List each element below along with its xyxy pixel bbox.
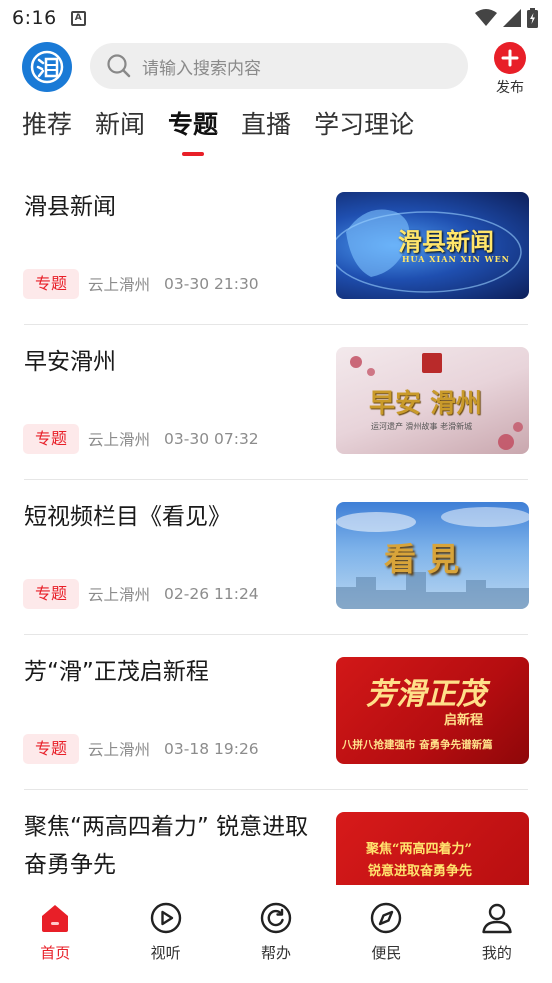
tab-study-theory[interactable]: 学习理论 bbox=[314, 104, 414, 148]
item-title: 聚焦“两高四着力” 锐意进取奋勇争先 bbox=[24, 814, 309, 878]
wifi-icon bbox=[475, 9, 497, 26]
tab-news[interactable]: 新闻 bbox=[95, 104, 145, 148]
item-time: 03-30 21:30 bbox=[164, 275, 259, 293]
thumbnail-title: 滑县新闻 bbox=[398, 227, 494, 256]
nav-label: 首页 bbox=[40, 944, 71, 962]
tab-label: 推荐 bbox=[22, 110, 73, 139]
thumbnail-subtitle: 启新程 bbox=[444, 713, 484, 728]
item-source: 云上滑州 bbox=[88, 276, 151, 294]
status-bar: 6:16 A bbox=[0, 0, 552, 36]
thumbnail-subtitle: HUA XIAN XIN WEN bbox=[402, 254, 510, 264]
thumbnail-title: 早安 滑州 bbox=[369, 389, 483, 419]
item-source: 云上滑州 bbox=[88, 431, 151, 449]
category-tag: 专题 bbox=[23, 734, 80, 764]
status-time: 6:16 bbox=[12, 7, 57, 29]
search-icon bbox=[107, 54, 131, 78]
app-logo[interactable] bbox=[22, 42, 72, 92]
user-icon bbox=[482, 903, 512, 934]
search-placeholder: 请输入搜索内容 bbox=[142, 58, 261, 79]
play-icon bbox=[150, 902, 181, 934]
nav-label: 我的 bbox=[481, 944, 512, 962]
thumbnail-title: 聚焦“两高四着力” bbox=[366, 842, 472, 857]
news-feed: 滑县新闻 专题 云上滑州 03-30 21:30 滑县新闻 HUA XIAN X… bbox=[0, 170, 552, 885]
thumbnail-title: 看 見 bbox=[384, 540, 460, 578]
nav-label: 视听 bbox=[150, 944, 181, 962]
item-meta: 专题 云上滑州 03-18 19:26 bbox=[23, 734, 259, 764]
status-icons bbox=[475, 8, 538, 28]
nav-home[interactable]: 首页 bbox=[0, 887, 110, 983]
tab-live[interactable]: 直播 bbox=[241, 104, 291, 148]
tab-special[interactable]: 专题 bbox=[168, 104, 219, 156]
nav-profile[interactable]: 我的 bbox=[442, 887, 552, 983]
notification-icon: A bbox=[70, 10, 86, 26]
tab-recommend[interactable]: 推荐 bbox=[22, 104, 72, 148]
item-title: 短视频栏目《看见》 bbox=[24, 504, 231, 530]
item-source: 云上滑州 bbox=[88, 586, 151, 604]
item-thumbnail: 聚焦“两高四着力” 锐意进取奋勇争先 bbox=[336, 812, 529, 885]
item-title: 早安滑州 bbox=[24, 349, 116, 375]
home-icon bbox=[42, 905, 69, 932]
logo-mark-icon bbox=[30, 50, 64, 84]
thumbnail-title: 芳滑正茂 bbox=[366, 677, 486, 712]
item-time: 02-26 11:24 bbox=[164, 585, 259, 603]
nav-convenience[interactable]: 便民 bbox=[331, 887, 441, 983]
category-tag: 专题 bbox=[23, 269, 80, 299]
item-thumbnail: 看 見 bbox=[336, 502, 529, 609]
signal-icon bbox=[503, 9, 521, 27]
item-thumbnail: 滑县新闻 HUA XIAN XIN WEN bbox=[336, 192, 529, 299]
category-tabs: 推荐 新闻 专题 直播 学习理论 bbox=[22, 104, 437, 160]
thumbnail-subtitle: 运河遗产 滑州故事 老滑新城 bbox=[371, 422, 473, 431]
nav-label: 便民 bbox=[371, 944, 402, 962]
category-tag: 专题 bbox=[23, 424, 80, 454]
item-source: 云上滑州 bbox=[88, 741, 151, 759]
nav-media[interactable]: 视听 bbox=[110, 887, 220, 983]
tab-label: 直播 bbox=[241, 110, 292, 139]
item-time: 03-18 19:26 bbox=[164, 740, 259, 758]
item-meta: 专题 云上滑州 03-30 21:30 bbox=[23, 269, 259, 299]
bottom-nav: 首页 视听 帮办 便民 我的 bbox=[0, 887, 552, 983]
plus-icon bbox=[494, 42, 526, 74]
publish-button[interactable]: 发布 bbox=[490, 42, 530, 97]
battery-icon bbox=[527, 8, 538, 28]
item-meta: 专题 云上滑州 02-26 11:24 bbox=[23, 579, 259, 609]
list-item[interactable]: 滑县新闻 专题 云上滑州 03-30 21:30 滑县新闻 HUA XIAN X… bbox=[0, 170, 552, 325]
category-tag: 专题 bbox=[23, 579, 80, 609]
item-meta: 专题 云上滑州 03-30 07:32 bbox=[23, 424, 259, 454]
list-item[interactable]: 早安滑州 专题 云上滑州 03-30 07:32 早安 滑州 运河遗产 滑州故事… bbox=[0, 325, 552, 480]
item-title: 滑县新闻 bbox=[24, 194, 116, 220]
refresh-icon bbox=[260, 902, 292, 934]
list-item[interactable]: 聚焦“两高四着力” 锐意进取奋勇争先 聚焦“两高四着力” 锐意进取奋勇争先 bbox=[0, 790, 552, 885]
tab-label: 学习理论 bbox=[314, 110, 415, 139]
list-item[interactable]: 短视频栏目《看见》 专题 云上滑州 02-26 11:24 看 見 bbox=[0, 480, 552, 635]
active-tab-indicator bbox=[182, 152, 205, 156]
tab-label: 专题 bbox=[168, 110, 219, 139]
item-time: 03-30 07:32 bbox=[164, 430, 259, 448]
thumbnail-banner: 八拼八抢建强市 奋勇争先谱新篇 bbox=[342, 739, 493, 751]
nav-label: 帮办 bbox=[261, 944, 292, 962]
compass-icon bbox=[371, 902, 402, 934]
item-title: 芳“滑”正茂启新程 bbox=[24, 659, 209, 685]
publish-label: 发布 bbox=[496, 80, 524, 96]
item-thumbnail: 芳滑正茂 启新程 八拼八抢建强市 奋勇争先谱新篇 bbox=[336, 657, 529, 764]
tab-label: 新闻 bbox=[95, 110, 146, 139]
app-header: 请输入搜索内容 发布 bbox=[0, 40, 552, 96]
list-item[interactable]: 芳“滑”正茂启新程 专题 云上滑州 03-18 19:26 芳滑正茂 启新程 八… bbox=[0, 635, 552, 790]
search-bar[interactable]: 请输入搜索内容 bbox=[90, 43, 468, 89]
item-thumbnail: 早安 滑州 运河遗产 滑州故事 老滑新城 bbox=[336, 347, 529, 454]
nav-help[interactable]: 帮办 bbox=[221, 887, 331, 983]
thumbnail-subtitle: 锐意进取奋勇争先 bbox=[368, 864, 473, 879]
